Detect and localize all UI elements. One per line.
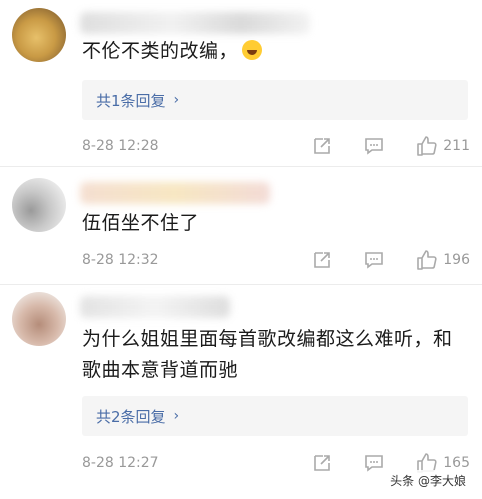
comment-time: 8-28 12:28 — [82, 138, 159, 154]
laughing-tears-emoji-icon — [242, 40, 263, 60]
comment-text-line: 歌曲本意背道而驰 — [82, 359, 239, 381]
divider — [0, 284, 482, 285]
like-count: 211 — [443, 138, 470, 154]
thumbs-up-icon[interactable] — [415, 135, 437, 157]
divider — [0, 166, 482, 167]
comment-item-1: 不伦不类的改编， 共1条回复 › 8-28 12:28 211 — [0, 0, 482, 166]
comment-time: 8-28 12:27 — [82, 455, 159, 471]
username-blurred[interactable] — [80, 296, 230, 318]
avatar[interactable] — [12, 8, 66, 62]
share-icon[interactable] — [311, 452, 333, 474]
comment-item-2: 伍佰坐不住了 8-28 12:32 196 — [0, 172, 482, 282]
comment-time: 8-28 12:32 — [82, 252, 159, 268]
avatar[interactable] — [12, 292, 66, 346]
comment-text: 伍佰坐不住了 — [82, 212, 200, 234]
chevron-right-icon: › — [173, 92, 180, 108]
comment-text-content: 不伦不类的改编， — [82, 40, 239, 62]
comment-text: 为什么姐姐里面每首歌改编都这么难听，和 歌曲本意背道而驰 — [82, 324, 462, 386]
comment-icon[interactable] — [363, 135, 385, 157]
reply-count-label: 共2条回复 — [96, 407, 166, 426]
comment-icon[interactable] — [363, 249, 385, 271]
username-blurred[interactable] — [80, 12, 310, 34]
comment-icon[interactable] — [363, 452, 385, 474]
comment-text-line: 为什么姐姐里面每首歌改编都这么难听，和 — [82, 328, 453, 350]
thumbs-up-icon[interactable] — [415, 249, 437, 271]
reply-count-label: 共1条回复 — [96, 91, 166, 110]
view-replies-button[interactable]: 共2条回复 › — [82, 396, 468, 436]
chevron-right-icon: › — [173, 408, 180, 424]
share-icon[interactable] — [311, 135, 333, 157]
comment-text: 不伦不类的改编， — [82, 36, 462, 67]
comment-item-3: 为什么姐姐里面每首歌改编都这么难听，和 歌曲本意背道而驰 共2条回复 › 8-2… — [0, 286, 482, 499]
username-blurred[interactable] — [80, 182, 270, 204]
watermark: 头条 @李大娘 — [384, 470, 472, 491]
share-icon[interactable] — [311, 249, 333, 271]
like-count: 165 — [443, 455, 470, 471]
avatar[interactable] — [12, 178, 66, 232]
like-count: 196 — [443, 252, 470, 268]
view-replies-button[interactable]: 共1条回复 › — [82, 80, 468, 120]
comment-meta: 8-28 12:32 196 — [82, 248, 470, 272]
comment-meta: 8-28 12:28 211 — [82, 134, 470, 158]
